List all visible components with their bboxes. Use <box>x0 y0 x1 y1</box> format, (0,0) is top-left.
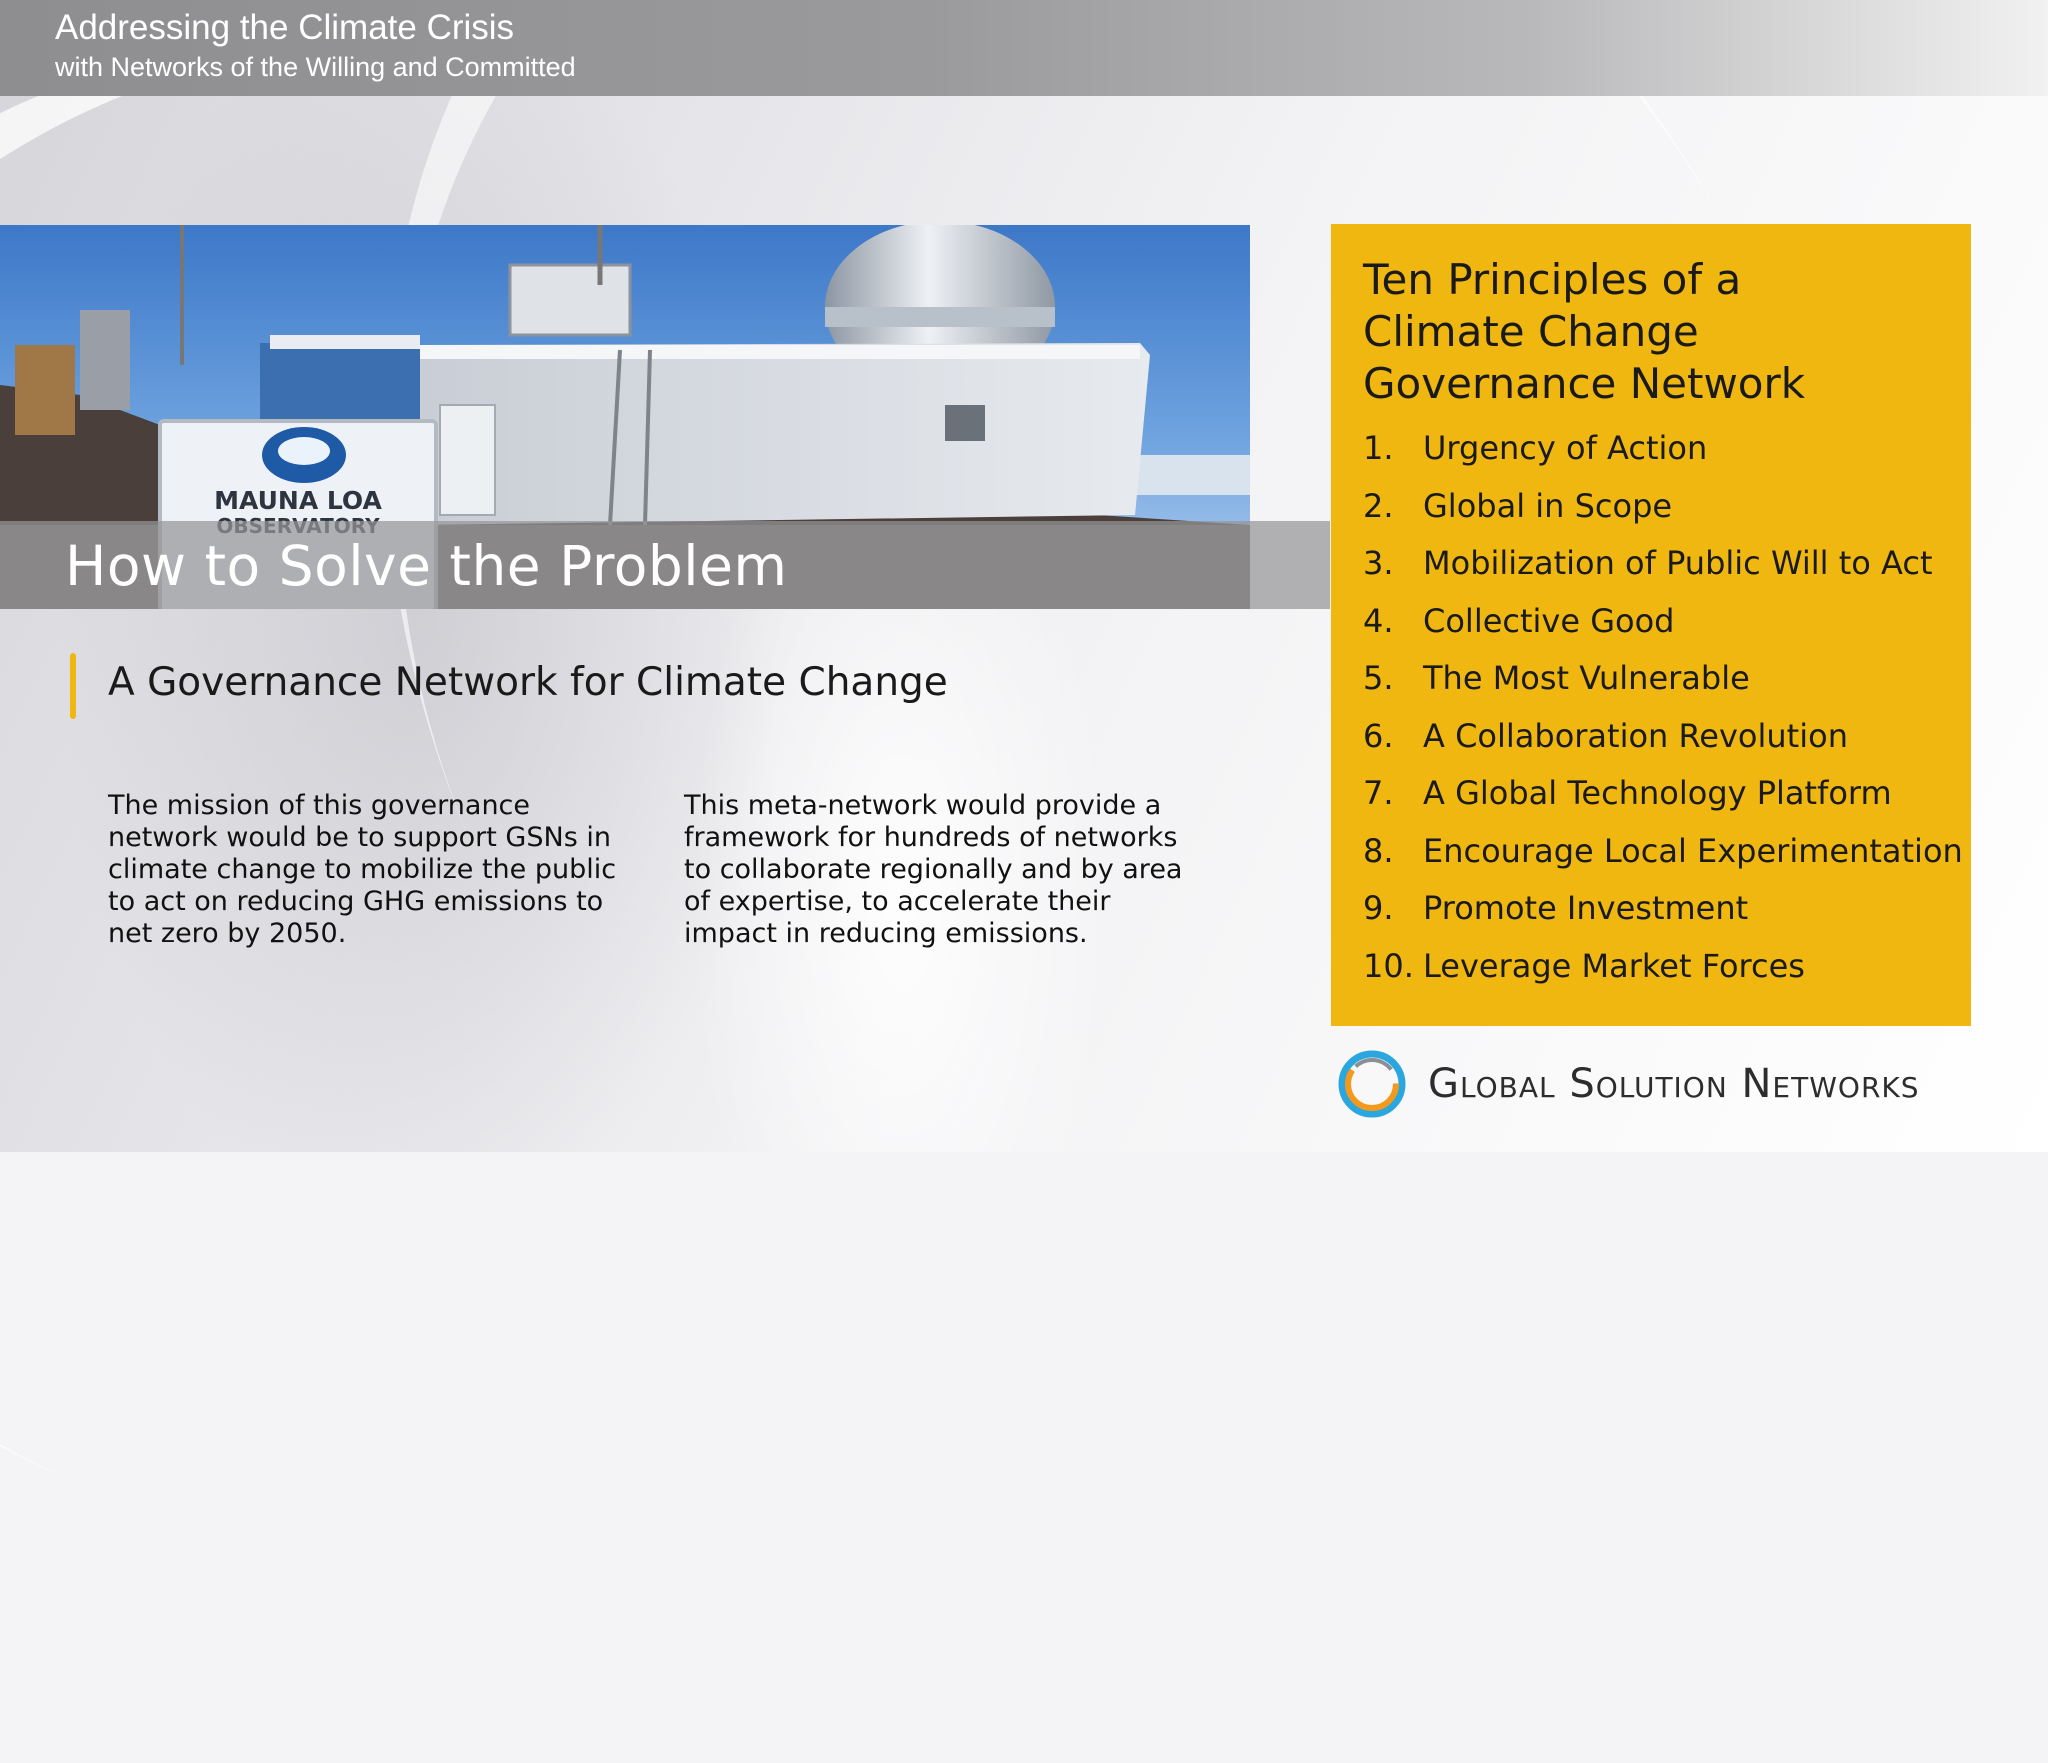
principle-number: 3. <box>1363 544 1394 582</box>
principle-item: 3. Mobilization of Public Will to Act <box>1363 535 1941 593</box>
principle-label: The Most Vulnerable <box>1423 659 1750 697</box>
principle-number: 9. <box>1363 889 1394 927</box>
sign-line1: MAUNA LOA <box>214 486 382 515</box>
principle-number: 1. <box>1363 429 1394 467</box>
principle-label: Urgency of Action <box>1423 429 1708 467</box>
slide-header-title: Addressing the Climate Crisis <box>55 8 515 47</box>
gsn-logo: Global Solution Networks <box>1332 1044 2032 1124</box>
principle-number: 10. <box>1363 946 1414 985</box>
principle-item: 6. A Collaboration Revolution <box>1363 708 1941 766</box>
principle-label: Leverage Market Forces <box>1423 946 1805 985</box>
principle-item: 7. A Global Technology Platform <box>1363 765 1941 823</box>
principle-label: Global in Scope <box>1423 486 1673 525</box>
principle-label: Promote Investment <box>1423 889 1749 927</box>
section-heading: A Governance Network for Climate Change <box>108 660 948 705</box>
principle-number: 7. <box>1363 774 1394 812</box>
meta-network-paragraph: This meta-network would provide a framew… <box>684 790 1183 949</box>
logo-text: Global Solution Networks <box>1428 1061 1920 1107</box>
principle-label: Encourage Local Experimentation <box>1423 831 1963 870</box>
mission-paragraph: The mission of this governance network w… <box>108 790 617 949</box>
principle-item: 5. The Most Vulnerable <box>1363 650 1941 708</box>
photo-title: How to Solve the Problem <box>65 534 788 598</box>
principle-label: Mobilization of Public Will to Act <box>1423 544 1933 582</box>
principle-item: 2. Global in Scope <box>1363 478 1941 536</box>
principle-number: 4. <box>1363 601 1394 640</box>
principle-item: 4. Collective Good <box>1363 593 1941 651</box>
principle-number: 8. <box>1363 831 1394 870</box>
principle-item: 10. Leverage Market Forces <box>1363 938 1941 996</box>
principle-label: A Collaboration Revolution <box>1423 716 1848 755</box>
principle-number: 6. <box>1363 716 1394 755</box>
principle-number: 5. <box>1363 659 1394 697</box>
principle-label: Collective Good <box>1423 601 1675 640</box>
section-accent-bar <box>70 653 76 719</box>
principles-panel: Ten Principles of a Climate Change Gover… <box>1331 224 1971 1026</box>
principle-item: 9. Promote Investment <box>1363 880 1941 938</box>
principles-title: Ten Principles of a Climate Change Gover… <box>1363 255 1806 408</box>
slide-header-subtitle: with Networks of the Willing and Committ… <box>55 52 576 82</box>
principle-number: 2. <box>1363 486 1394 525</box>
principle-label: A Global Technology Platform <box>1423 774 1892 812</box>
ring-logo-icon <box>1338 1050 1406 1118</box>
principle-item: 8. Encourage Local Experimentation <box>1363 823 1963 881</box>
principle-item: 1. Urgency of Action <box>1363 420 1941 478</box>
